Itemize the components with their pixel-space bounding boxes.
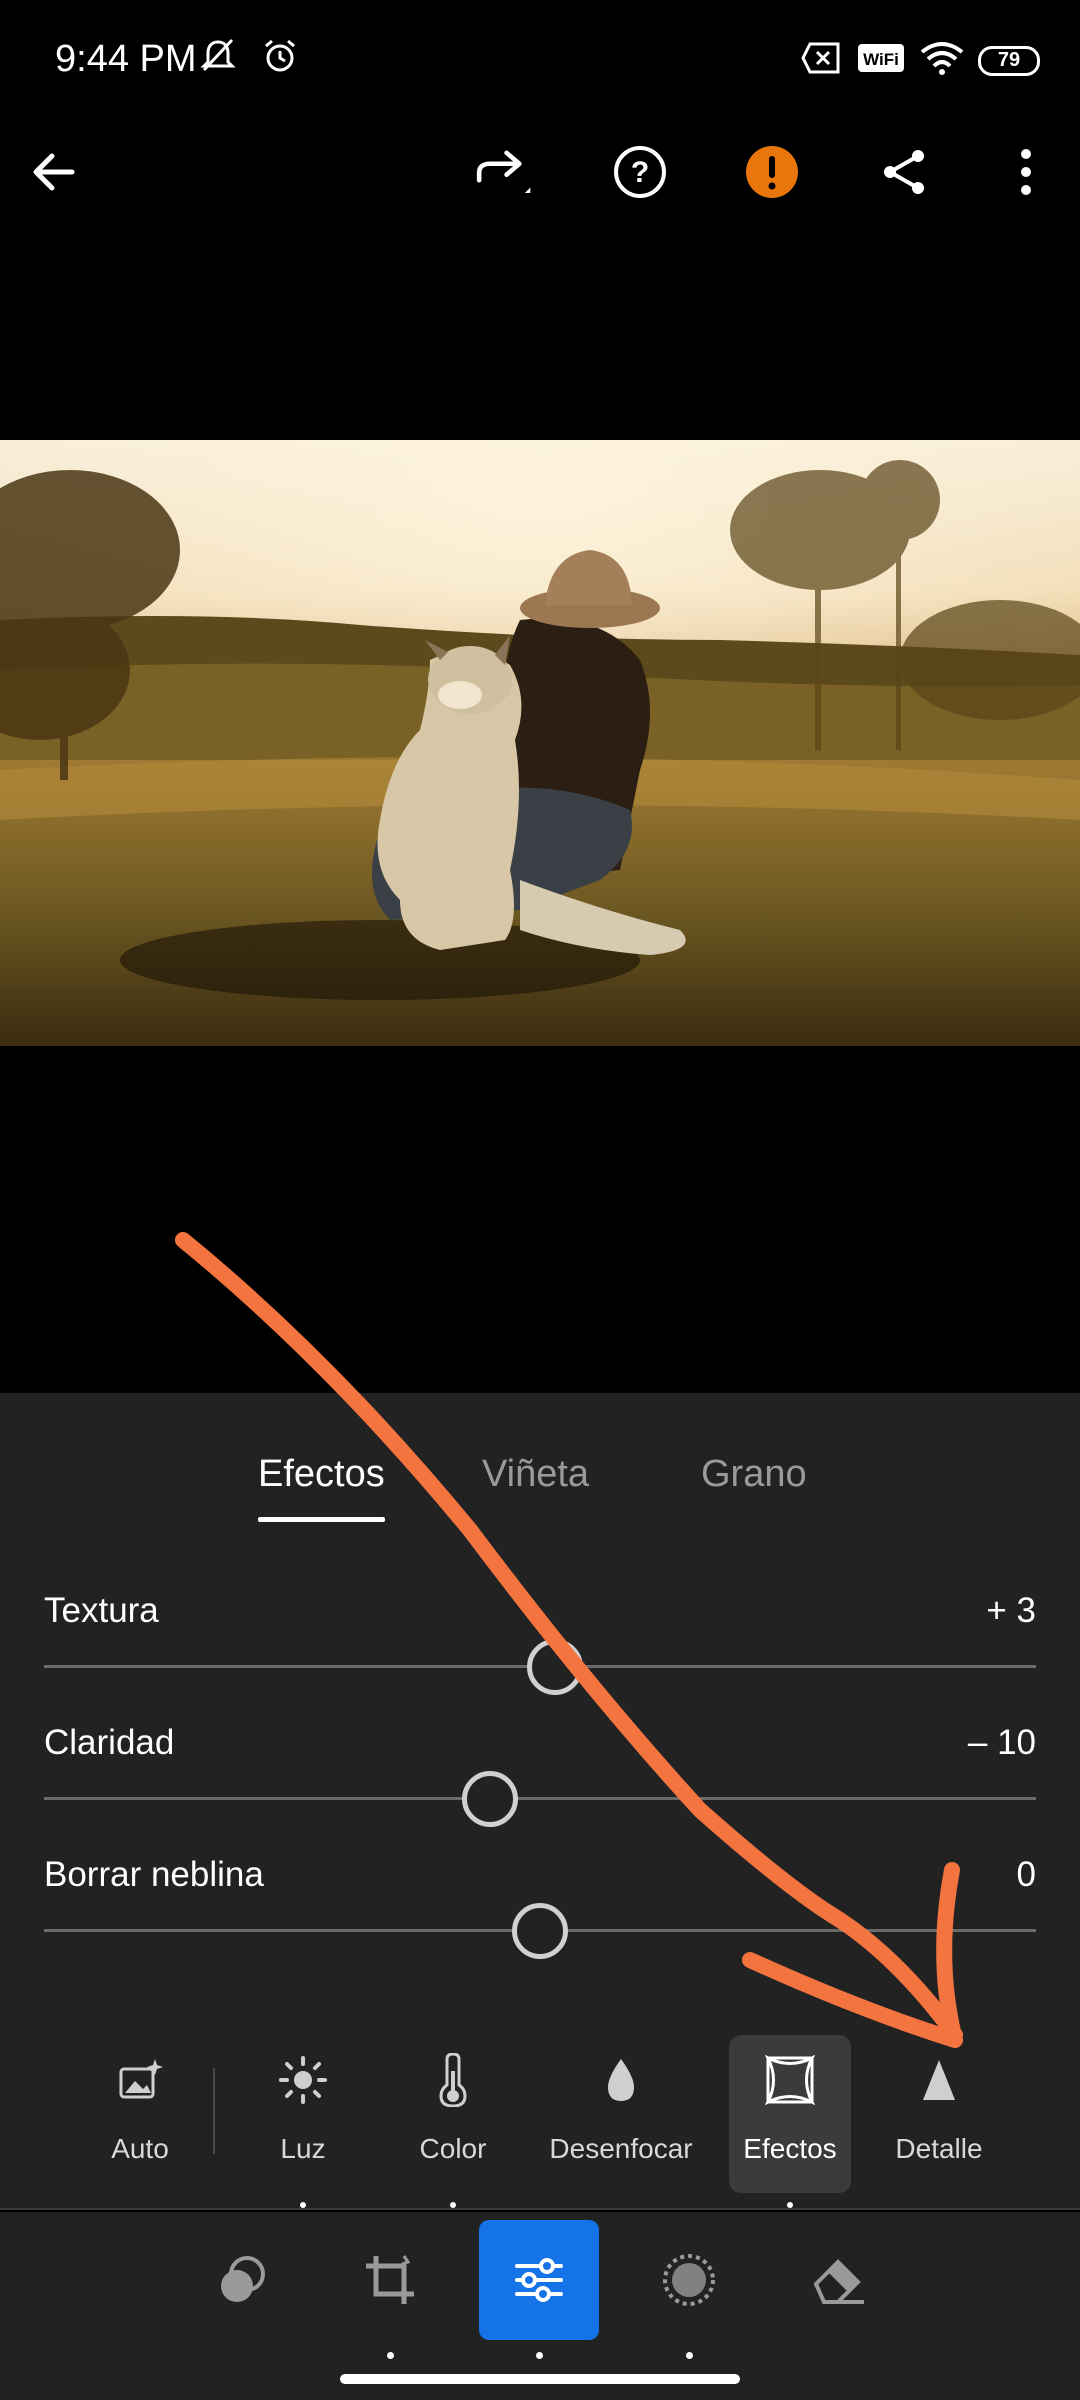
- tool-divider: [213, 2068, 215, 2154]
- home-indicator[interactable]: [340, 2374, 740, 2384]
- wifi-icon: [920, 40, 964, 81]
- slider-label: Borrar neblina: [44, 1855, 264, 1894]
- battery-indicator: 79: [978, 45, 1040, 76]
- alarm-icon: [260, 36, 300, 81]
- tool-indicator-dot: [787, 2202, 793, 2208]
- slider-borrar-neblina[interactable]: Borrar neblina 0: [44, 1855, 1036, 1985]
- tool-label: Efectos: [743, 2133, 837, 2164]
- tool-auto[interactable]: Auto: [90, 2035, 190, 2193]
- photo-preview[interactable]: [0, 440, 1080, 1046]
- tool-color[interactable]: Color: [403, 2035, 503, 2193]
- help-icon[interactable]: ?: [608, 140, 672, 204]
- mute-icon: [198, 36, 238, 81]
- tool-label: Color: [419, 2133, 487, 2164]
- svg-text:WiFi: WiFi: [863, 50, 899, 69]
- tab-efectos[interactable]: Efectos: [258, 1453, 385, 1496]
- active-tab-underline: [258, 1517, 385, 1522]
- slider-label: Textura: [44, 1591, 159, 1630]
- healing-eraser-icon[interactable]: [778, 2220, 898, 2340]
- slider-thumb[interactable]: [526, 1639, 583, 1695]
- presets-icon[interactable]: [183, 2220, 303, 2340]
- thermometer-icon: [438, 2035, 468, 2125]
- slider-thumb[interactable]: [462, 1771, 519, 1827]
- back-icon[interactable]: [22, 140, 86, 204]
- no-sim-icon: [800, 41, 842, 80]
- tool-luz[interactable]: Luz: [253, 2035, 353, 2193]
- photo-image: [0, 440, 1080, 1046]
- nav-indicator-dot: [387, 2352, 394, 2359]
- blur-drop-icon: [604, 2035, 638, 2125]
- slider-value[interactable]: + 3: [986, 1591, 1036, 1631]
- tool-desenfocar[interactable]: Desenfocar: [546, 2035, 696, 2193]
- slider-textura[interactable]: Textura + 3: [44, 1591, 1036, 1721]
- more-icon[interactable]: [994, 140, 1058, 204]
- light-icon: [278, 2035, 328, 2125]
- tool-label: Auto: [111, 2133, 169, 2164]
- warning-icon[interactable]: [740, 140, 804, 204]
- edit-sliders-icon[interactable]: [479, 2220, 599, 2340]
- top-toolbar: ?: [0, 120, 1080, 220]
- tool-detalle[interactable]: Detalle: [889, 2035, 989, 2193]
- share-icon[interactable]: [872, 140, 936, 204]
- svg-text:?: ?: [631, 156, 649, 189]
- slider-label: Claridad: [44, 1723, 175, 1762]
- slider-claridad[interactable]: Claridad – 10: [44, 1723, 1036, 1853]
- tool-label: Luz: [280, 2133, 326, 2164]
- tool-label: Desenfocar: [549, 2133, 693, 2164]
- tool-label: Detalle: [895, 2133, 983, 2164]
- effects-icon: [765, 2035, 815, 2125]
- redo-icon[interactable]: [470, 140, 534, 204]
- wifi-calling-icon: WiFi: [856, 41, 906, 80]
- effects-subtabs: Efectos Viñeta Grano: [0, 1393, 1080, 1533]
- slider-thumb[interactable]: [512, 1903, 568, 1959]
- effects-panel: Efectos Viñeta Grano Textura + 3 Clarida…: [0, 1393, 1080, 2020]
- tab-grano[interactable]: Grano: [701, 1453, 807, 1496]
- tab-vineta[interactable]: Viñeta: [482, 1453, 589, 1496]
- tool-efectos[interactable]: Efectos: [729, 2035, 851, 2193]
- bottom-nav: [0, 2212, 1080, 2400]
- crop-icon[interactable]: [330, 2220, 450, 2340]
- slider-value[interactable]: – 10: [968, 1723, 1036, 1763]
- status-time: 9:44 PM: [55, 38, 197, 80]
- tool-indicator-dot: [450, 2202, 456, 2208]
- tool-indicator-dot: [300, 2202, 306, 2208]
- slider-value[interactable]: 0: [1017, 1855, 1036, 1895]
- detail-triangle-icon: [919, 2035, 959, 2125]
- slider-track[interactable]: [44, 1797, 1036, 1800]
- nav-indicator-dot: [686, 2352, 693, 2359]
- edit-tools-row: Auto Luz Color Desenfocar Efectos Detall…: [0, 2020, 1080, 2210]
- nav-indicator-dot: [536, 2352, 543, 2359]
- auto-icon: [117, 2035, 163, 2125]
- status-bar: 9:44 PM WiFi 79: [0, 0, 1080, 120]
- masking-icon[interactable]: [629, 2220, 749, 2340]
